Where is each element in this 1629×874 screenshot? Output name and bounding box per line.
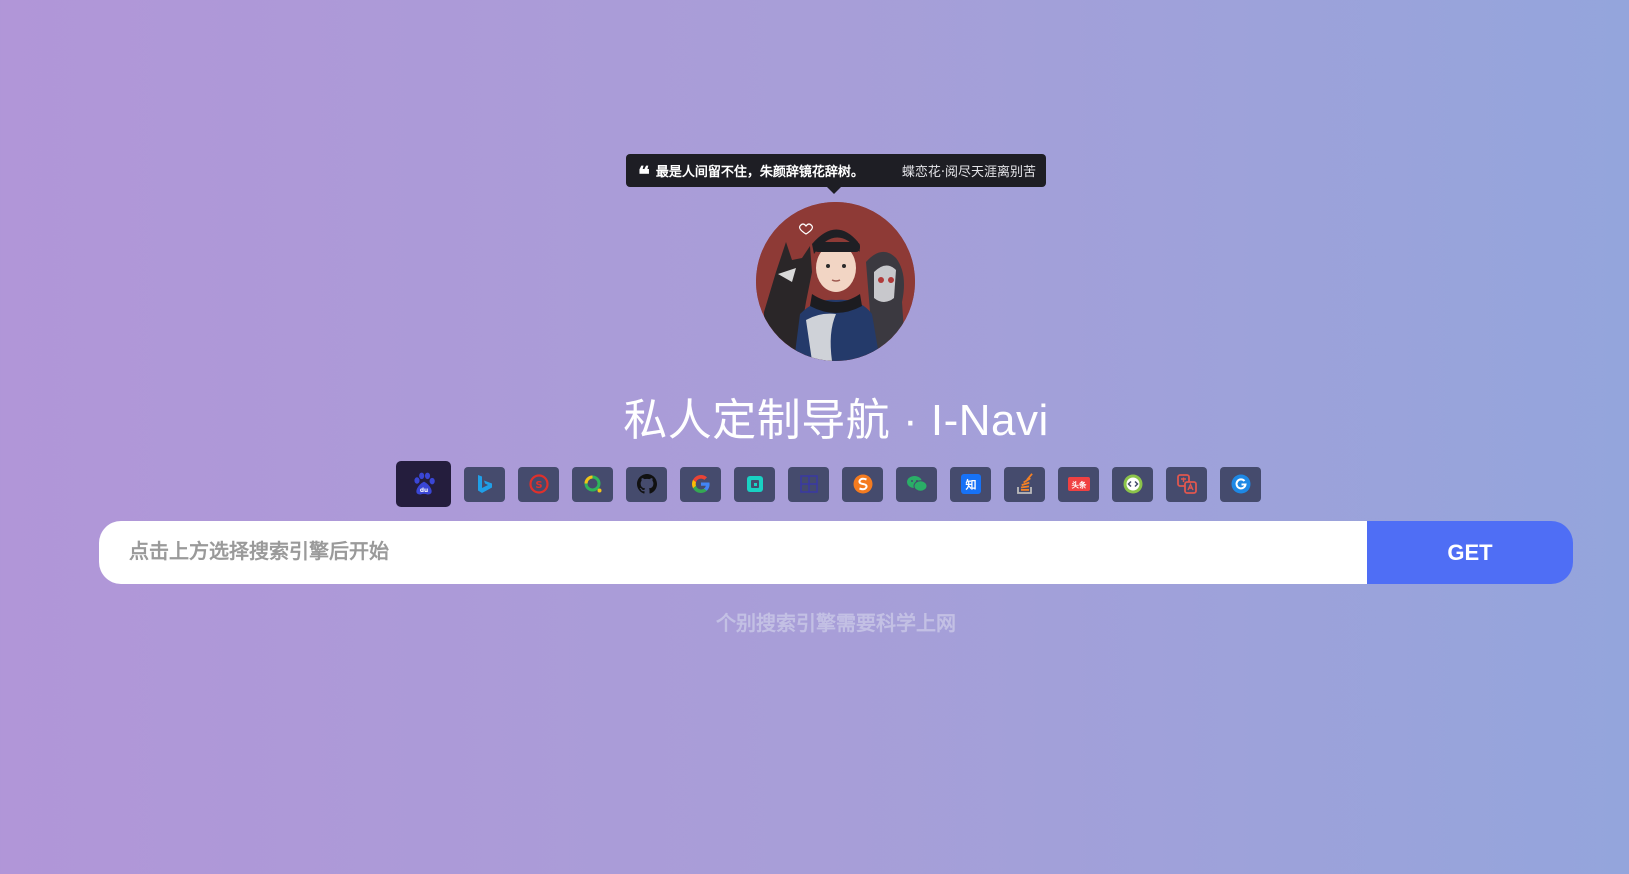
engine-g[interactable] bbox=[1220, 466, 1261, 502]
engine-stackoverflow[interactable] bbox=[1004, 466, 1045, 502]
engine-360[interactable] bbox=[572, 466, 613, 502]
engine-code[interactable] bbox=[1112, 466, 1153, 502]
engine-sogou[interactable]: S bbox=[518, 466, 559, 502]
toutiao-label: 头条 bbox=[1071, 480, 1087, 490]
page-title: 私人定制导航 · I-Navi bbox=[623, 396, 1049, 445]
engine-toolbar: du S 知 头条 bbox=[396, 461, 1261, 507]
square-icon bbox=[746, 476, 763, 492]
engine-translate[interactable] bbox=[1166, 466, 1207, 502]
stack-icon bbox=[1016, 473, 1033, 494]
avatar[interactable] bbox=[756, 202, 915, 361]
paw-icon: du bbox=[413, 472, 435, 495]
quote-source: 蝶恋花·阅尽天涯离别苦 bbox=[901, 165, 1036, 180]
engine-google[interactable] bbox=[680, 466, 721, 502]
bing-icon bbox=[477, 475, 492, 493]
search-input[interactable] bbox=[99, 521, 1367, 584]
engine-zhihu[interactable]: 知 bbox=[950, 466, 991, 502]
toutiao-icon: 头条 bbox=[1067, 477, 1090, 491]
search-bar: GET bbox=[99, 521, 1573, 584]
engine-wechat[interactable] bbox=[896, 466, 937, 502]
engine-toutiao[interactable]: 头条 bbox=[1058, 466, 1099, 502]
wechat-icon bbox=[906, 476, 927, 492]
hint-text: 个别搜索引擎需要科学上网 bbox=[716, 613, 956, 635]
engine-bing[interactable] bbox=[464, 466, 505, 502]
s-circle-icon bbox=[853, 474, 872, 494]
engine-s[interactable] bbox=[842, 466, 883, 502]
google-icon bbox=[691, 475, 710, 493]
get-button[interactable]: GET bbox=[1367, 521, 1573, 584]
svg-text:知: 知 bbox=[964, 478, 976, 492]
code-circle-icon bbox=[1123, 474, 1142, 494]
engine-github[interactable] bbox=[626, 466, 667, 502]
avatar-illustration bbox=[756, 202, 915, 361]
grid-icon bbox=[799, 475, 818, 493]
quote-tooltip: ❝ 最是人间留不住，朱颜辞镜花辞树。 蝶恋花·阅尽天涯离别苦 bbox=[626, 154, 1046, 194]
translate-icon bbox=[1176, 474, 1197, 494]
quote-icon: ❝ bbox=[638, 161, 650, 188]
svg-text:du: du bbox=[419, 488, 427, 494]
engine-baidu[interactable]: du bbox=[396, 461, 451, 507]
github-icon bbox=[636, 474, 657, 494]
so360-icon bbox=[584, 475, 601, 493]
quote-text: 最是人间留不住，朱颜辞镜花辞树。 bbox=[655, 165, 864, 180]
zhihu-icon: 知 bbox=[960, 474, 981, 494]
g-circle-icon bbox=[1231, 474, 1250, 494]
sogou-icon: S bbox=[528, 474, 549, 494]
svg-text:S: S bbox=[535, 480, 542, 491]
engine-dev[interactable] bbox=[734, 466, 775, 502]
engine-grid[interactable] bbox=[788, 466, 829, 502]
